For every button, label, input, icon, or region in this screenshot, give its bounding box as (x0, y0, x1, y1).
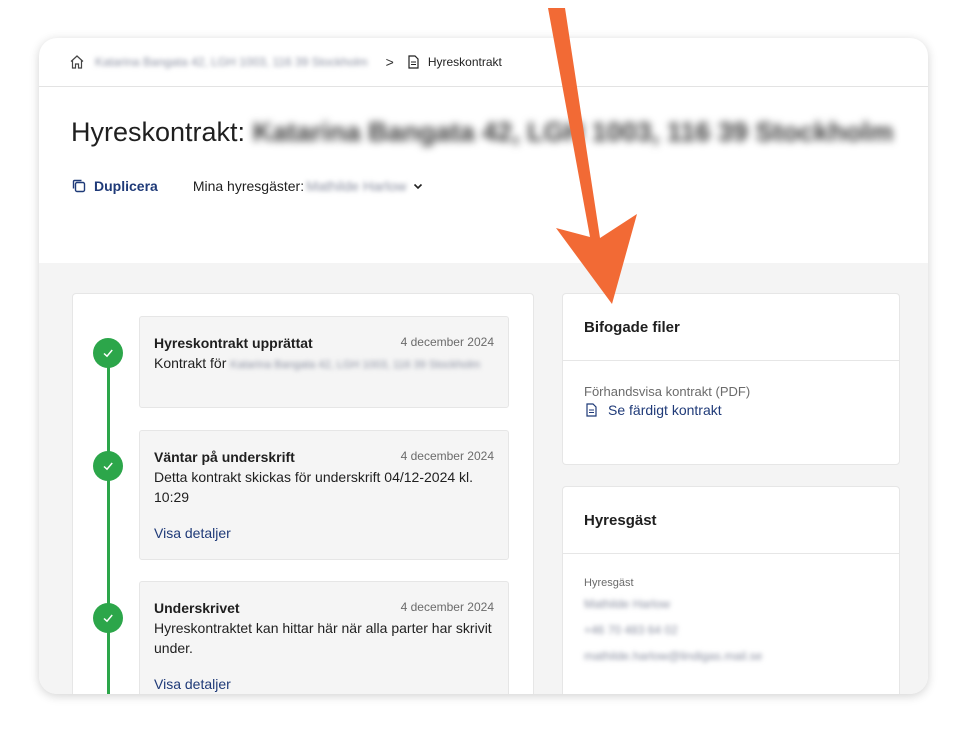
timeline-item-date: 4 december 2024 (400, 335, 494, 349)
timeline-item: Underskrivet 4 december 2024 Hyreskontra… (139, 581, 509, 694)
page-header: Hyreskontrakt: Katarina Bangata 42, LGH … (39, 87, 928, 288)
view-details-link[interactable]: Visa detaljer (154, 674, 231, 694)
timeline-item-address: Katarina Bangata 42, LGH 1003, 116 39 St… (230, 359, 481, 371)
tenant-phone[interactable]: +46 70 483 64 02 (584, 623, 878, 637)
timeline-card: Hyreskontrakt upprättat 4 december 2024 … (72, 293, 534, 694)
timeline-line (107, 352, 110, 694)
attached-files-card: Bifogade filer Förhandsvisa kontrakt (PD… (562, 293, 900, 465)
chevron-down-icon (414, 183, 423, 190)
timeline-item: Hyreskontrakt upprättat 4 december 2024 … (139, 316, 509, 408)
breadcrumb-address[interactable]: Katarina Bangata 42, LGH 1003, 116 39 St… (95, 55, 368, 69)
timeline-item-date: 4 december 2024 (400, 600, 494, 614)
tenants-dropdown[interactable]: Mina hyresgäster: Mathilde Harlow (193, 178, 425, 194)
breadcrumb-current: Hyreskontrakt (427, 55, 502, 69)
page-title: Hyreskontrakt: Katarina Bangata 42, LGH … (71, 111, 896, 153)
timeline-item-date: 4 december 2024 (400, 449, 494, 463)
tenant-card: Hyresgäst Hyresgäst Mathilde Harlow +46 … (562, 486, 900, 694)
page-title-prefix: Hyreskontrakt: (71, 117, 246, 147)
home-icon[interactable] (69, 54, 85, 70)
check-icon (93, 338, 123, 368)
contract-page-card: Katarina Bangata 42, LGH 1003, 116 39 St… (39, 38, 928, 694)
tenant-name: Mathilde Harlow (584, 597, 671, 611)
tenants-value: Mathilde Harlow (306, 178, 407, 194)
timeline-item: Väntar på underskrift 4 december 2024 De… (139, 430, 509, 560)
timeline-item-text: Detta kontrakt skickas för underskrift 0… (154, 469, 474, 505)
document-icon (586, 403, 597, 417)
check-icon (93, 451, 123, 481)
preview-label: Förhandsvisa kontrakt (PDF) (584, 384, 751, 399)
timeline-item-text: Kontrakt för Katarina Bangata 42, LGH 10… (154, 355, 481, 371)
breadcrumb: Katarina Bangata 42, LGH 1003, 116 39 St… (39, 38, 928, 87)
view-contract-label: Se färdigt kontrakt (608, 402, 722, 418)
check-icon (93, 603, 123, 633)
document-icon (408, 55, 419, 69)
duplicate-button[interactable]: Duplicera (71, 178, 158, 194)
tenant-email[interactable]: mathilde.harlow@lindigas.mail.se (584, 649, 878, 663)
copy-icon (72, 179, 86, 193)
content-area: Hyreskontrakt upprättat 4 december 2024 … (39, 263, 928, 694)
attached-files-heading: Bifogade filer (563, 294, 899, 361)
tenants-label: Mina hyresgäster: (192, 178, 305, 194)
view-contract-link[interactable]: Se färdigt kontrakt (584, 402, 878, 418)
view-details-link[interactable]: Visa detaljer (154, 523, 231, 543)
timeline-item-text: Hyreskontraktet kan hittar här när alla … (154, 620, 492, 656)
tenant-label: Hyresgäst (584, 577, 634, 589)
tenant-heading: Hyresgäst (563, 487, 899, 554)
page-title-address: Katarina Bangata 42, LGH 1003, 116 39 St… (245, 117, 894, 147)
duplicate-label: Duplicera (94, 178, 158, 194)
chevron-right-icon: > (385, 54, 394, 70)
